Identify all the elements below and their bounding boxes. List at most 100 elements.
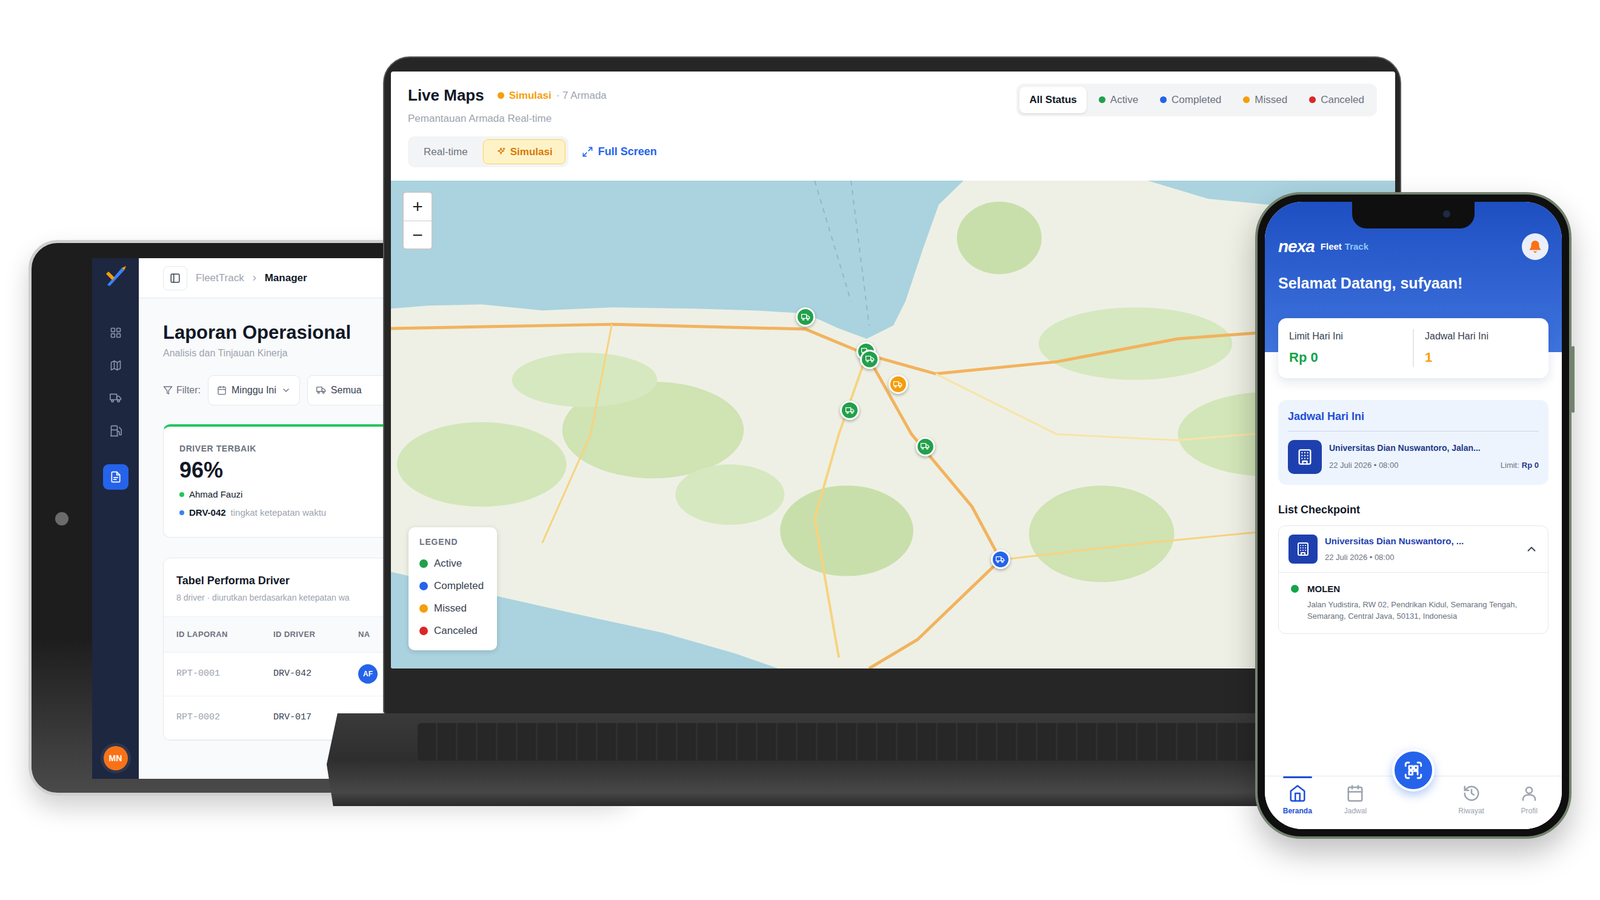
user-avatar[interactable]: MN <box>103 746 128 771</box>
schedule-limit: Limit:Rp 0 <box>1500 459 1539 472</box>
schedule-item[interactable]: Universitas Dian Nuswantoro, Jalan... 22 … <box>1287 440 1539 474</box>
checkpoint-text: Universitas Dian Nuswantoro, ... 22 Juli … <box>1324 534 1518 564</box>
building-icon <box>1296 448 1314 466</box>
driver-name: Ahmad Fauzi <box>189 487 243 502</box>
checkpoint-place: Universitas Dian Nuswantoro, ... <box>1324 534 1518 549</box>
legend-item: Active <box>419 552 484 575</box>
live-map[interactable]: +−LEGENDActiveCompletedMissedCanceled <box>390 180 1396 669</box>
vehicle-pin[interactable] <box>888 374 908 394</box>
report-icon <box>109 470 122 484</box>
fleet-count: · 7 Armada <box>556 87 607 104</box>
qr-scan-icon <box>1403 760 1424 781</box>
filter-label: Filter: <box>163 383 201 398</box>
status-filter[interactable]: Canceled <box>1299 86 1374 114</box>
summary-item: Jadwal Hari Ini1 <box>1412 329 1549 368</box>
checkpoint-header[interactable]: Universitas Dian Nuswantoro, ... 22 Juli … <box>1278 526 1548 573</box>
nav-item[interactable]: Riwayat <box>1442 776 1501 825</box>
status-filter[interactable]: Active <box>1089 86 1148 114</box>
truck-icon <box>316 385 327 396</box>
app-logo-icon <box>103 264 128 289</box>
keyboard <box>417 723 1318 761</box>
calendar-icon <box>216 385 227 396</box>
sidebar-item[interactable] <box>103 464 129 490</box>
table-cell: RPT-0001 <box>176 667 274 682</box>
chevron-up-icon[interactable] <box>1524 542 1539 556</box>
legend-item: Canceled <box>419 619 484 642</box>
notification-button[interactable] <box>1521 233 1549 260</box>
laptop: Live MapsSimulasi· 7 ArmadaPemantauan Ar… <box>383 56 1402 715</box>
schedule-meta: 22 Juli 2026 • 08:00Limit:Rp 0 <box>1329 459 1539 472</box>
column-header[interactable]: ID LAPORAN <box>176 628 274 641</box>
camera-icon <box>55 512 69 526</box>
sidebar-icon <box>169 272 181 284</box>
logo-row: nexaFleetTrack <box>1278 233 1549 260</box>
mode-button[interactable]: Simulasi <box>483 139 566 165</box>
breadcrumb: FleetTrackManager <box>195 270 308 287</box>
section-title: List Checkpoint <box>1278 501 1549 519</box>
sidebar-item[interactable] <box>103 385 129 411</box>
building-badge <box>1287 440 1322 474</box>
today-schedule: Jadwal Hari IniUniversitas Dian Nuswanto… <box>1278 400 1549 485</box>
period-select[interactable]: Minggu Ini <box>207 375 300 406</box>
schedule-place: Universitas Dian Nuswantoro, Jalan... <box>1329 441 1539 455</box>
driver-id: DRV-042 <box>189 506 227 520</box>
phone-screen: nexaFleetTrackSelamat Datang, sufyaan!Li… <box>1264 201 1562 830</box>
status-filter[interactable]: Completed <box>1150 86 1231 114</box>
app-logo-icon <box>103 264 128 289</box>
mode-badge: Simulasi· 7 Armada <box>497 87 607 104</box>
mode-button[interactable]: Real-time <box>410 139 481 165</box>
zoom-control: +− <box>402 191 433 250</box>
phone: nexaFleetTrackSelamat Datang, sufyaan!Li… <box>1255 192 1572 839</box>
sidebar-item[interactable] <box>103 418 129 444</box>
table-cell: RPT-0002 <box>176 710 274 725</box>
legend-item: Completed <box>419 574 484 597</box>
home-icon <box>1288 784 1307 803</box>
truck-icon <box>801 312 811 322</box>
stop-status-dot <box>1290 584 1299 593</box>
nav-item[interactable]: Beranda <box>1268 776 1327 825</box>
full-screen-button[interactable]: Full Screen <box>581 143 657 160</box>
mode-dot <box>497 92 505 99</box>
vehicle-pin[interactable] <box>860 349 880 370</box>
zoom-in-button[interactable]: + <box>403 192 432 221</box>
vehicle-pin[interactable] <box>840 400 860 420</box>
status-label: Canceled <box>1320 92 1365 108</box>
sidebar-item[interactable] <box>103 320 129 346</box>
status-filter[interactable]: All Status <box>1019 86 1087 114</box>
legend-dot <box>419 604 428 613</box>
sidebar-toggle-button[interactable] <box>163 266 188 291</box>
nav-label: Beranda <box>1283 805 1313 817</box>
vehicle-pin[interactable] <box>990 549 1011 570</box>
nav-item[interactable]: Profil <box>1500 776 1559 825</box>
period-value: Minggu Ini <box>231 383 277 398</box>
vehicle-pin[interactable] <box>795 307 816 327</box>
nav-item[interactable]: Jadwal <box>1326 776 1385 825</box>
fuel-icon <box>109 424 122 437</box>
zoom-out-button[interactable]: − <box>403 220 432 249</box>
status-label: Missed <box>1254 92 1288 108</box>
dashboard-icon <box>109 326 122 339</box>
summary-item: Limit Hari IniRp 0 <box>1278 329 1413 368</box>
summary-value: Rp 0 <box>1289 347 1402 368</box>
map-canvas[interactable] <box>390 180 1396 669</box>
tablet-bezel <box>31 258 93 779</box>
expand-icon <box>581 146 594 158</box>
scan-button[interactable] <box>1392 749 1435 792</box>
schedule-text: Universitas Dian Nuswantoro, Jalan... 22 … <box>1329 441 1539 472</box>
building-badge <box>1288 534 1318 564</box>
status-filter[interactable]: Missed <box>1233 86 1297 114</box>
column-header[interactable]: ID DRIVER <box>273 628 359 641</box>
vehicle-pin[interactable] <box>915 436 936 457</box>
checkpoint-stop: MOLENJalan Yudistira, RW 02, Pendrikan K… <box>1278 572 1548 634</box>
laptop-screen: Live MapsSimulasi· 7 ArmadaPemantauan Ar… <box>390 71 1396 669</box>
status-dot <box>1243 96 1250 104</box>
stop-name: MOLEN <box>1307 582 1536 597</box>
breadcrumb-item[interactable]: FleetTrack <box>195 270 245 287</box>
calendar-icon <box>1346 784 1365 803</box>
checkpoint-date: 22 Juli 2026 • 08:00 <box>1324 551 1518 564</box>
truck-icon <box>865 354 875 364</box>
sidebar-item[interactable] <box>103 352 129 379</box>
status-label: Completed <box>1171 92 1222 108</box>
truck-icon <box>920 441 930 451</box>
status-filter-group: All StatusActive Completed Missed Canceled <box>1016 83 1377 117</box>
